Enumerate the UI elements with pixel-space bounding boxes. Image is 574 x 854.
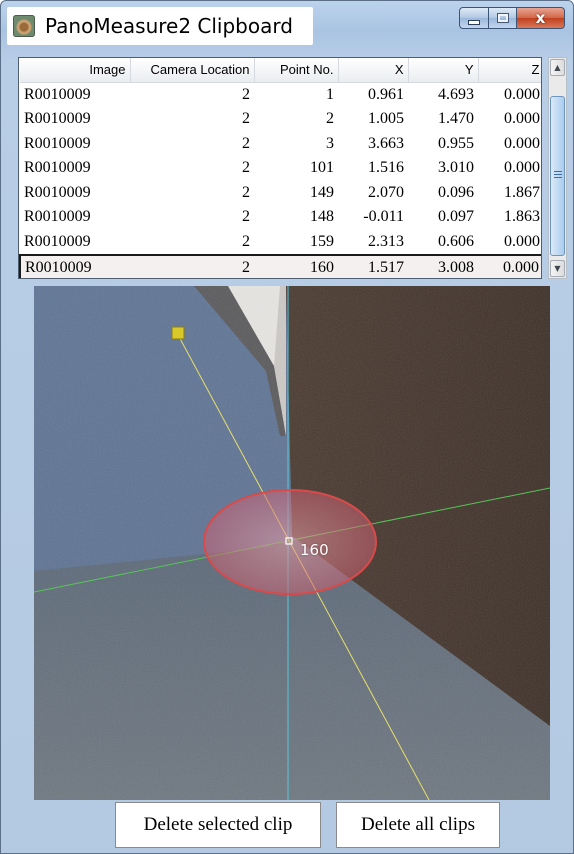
scroll-down-button[interactable]: ▼ bbox=[550, 260, 565, 277]
cell-z: 0.000 bbox=[504, 232, 540, 250]
cell-camera-location: 2 bbox=[242, 134, 250, 152]
cell-image: R0010009 bbox=[24, 134, 91, 152]
panorama-image-view[interactable]: 160 bbox=[34, 286, 550, 800]
cell-point-no: 3 bbox=[326, 134, 334, 152]
scrollbar-thumb[interactable] bbox=[550, 96, 565, 256]
cell-y: 3.010 bbox=[438, 159, 474, 177]
cell-z: 0.000 bbox=[504, 134, 540, 152]
target-ellipse[interactable] bbox=[203, 489, 377, 595]
cell-point-no: 160 bbox=[254, 254, 338, 278]
cell-z: 0.000 bbox=[504, 110, 540, 128]
table-scrollbar[interactable]: ▲ ▼ bbox=[548, 57, 567, 279]
column-header-point-no[interactable]: Point No. bbox=[254, 58, 339, 83]
cell-x: 3.663 bbox=[368, 134, 404, 152]
cell-point-no: 148 bbox=[310, 208, 334, 226]
column-header-image[interactable]: Image bbox=[20, 58, 131, 83]
maximize-icon bbox=[496, 13, 509, 23]
minimize-button[interactable] bbox=[459, 7, 489, 29]
cell-point-no: 101 bbox=[310, 159, 334, 177]
cell-x: 0.961 bbox=[368, 85, 404, 103]
column-header-y[interactable]: Y bbox=[408, 58, 479, 83]
cell-x: 2.313 bbox=[368, 232, 404, 250]
cell-y: 0.096 bbox=[438, 183, 474, 201]
arrow-up-icon: ▲ bbox=[554, 63, 561, 72]
clips-table-container: Image Camera Location Point No. X Y Z R001000… bbox=[18, 57, 542, 279]
title-bar[interactable]: PanoMeasure2 Clipboard x bbox=[1, 1, 573, 51]
table-row[interactable]: R0010009 2 2 1.005 1.470 0.000 bbox=[20, 107, 541, 132]
caption-buttons: x bbox=[459, 7, 565, 29]
minimize-icon bbox=[468, 19, 480, 25]
cell-y: 0.097 bbox=[438, 208, 474, 226]
cell-camera-location: 2 bbox=[242, 85, 250, 103]
close-icon: x bbox=[535, 8, 546, 27]
delete-all-clips-button[interactable]: Delete all clips bbox=[336, 802, 500, 848]
cell-z: 1.867 bbox=[504, 183, 540, 201]
column-header-z[interactable]: Z bbox=[478, 58, 541, 83]
table-header: Image Camera Location Point No. X Y Z bbox=[20, 58, 541, 83]
cell-x: 1.517 bbox=[338, 254, 408, 278]
cell-z: 0.000 bbox=[504, 159, 540, 177]
cell-camera-location: 2 bbox=[130, 254, 254, 278]
cell-camera-location: 2 bbox=[242, 183, 250, 201]
cell-camera-location: 2 bbox=[242, 232, 250, 250]
cell-image: R0010009 bbox=[19, 254, 130, 278]
window-title: PanoMeasure2 Clipboard bbox=[45, 14, 293, 38]
cell-z: 0.000 bbox=[504, 85, 540, 103]
close-button[interactable]: x bbox=[517, 7, 565, 29]
column-header-camera-location[interactable]: Camera Location bbox=[130, 58, 255, 83]
cell-z: 0.000 bbox=[478, 254, 541, 278]
table-row[interactable]: R0010009 2 159 2.313 0.606 0.000 bbox=[20, 230, 541, 256]
cell-x: 1.516 bbox=[368, 159, 404, 177]
cell-camera-location: 2 bbox=[242, 159, 250, 177]
cell-point-no: 1 bbox=[326, 85, 334, 103]
cell-point-no: 159 bbox=[310, 232, 334, 250]
arrow-down-icon: ▼ bbox=[554, 264, 561, 273]
cell-x: 2.070 bbox=[368, 183, 404, 201]
maximize-button[interactable] bbox=[489, 7, 517, 29]
cell-camera-location: 2 bbox=[242, 110, 250, 128]
table-row[interactable]: R0010009 2 1 0.961 4.693 0.000 bbox=[20, 82, 541, 107]
clips-table: Image Camera Location Point No. X Y Z R001000… bbox=[19, 58, 541, 278]
axis-handle[interactable] bbox=[171, 326, 185, 340]
cell-camera-location: 2 bbox=[242, 208, 250, 226]
cell-point-no: 149 bbox=[310, 183, 334, 201]
cell-image: R0010009 bbox=[24, 85, 91, 103]
cell-x: -0.011 bbox=[363, 208, 404, 226]
cell-image: R0010009 bbox=[24, 232, 91, 250]
cell-image: R0010009 bbox=[24, 208, 91, 226]
panorama-image bbox=[34, 286, 550, 800]
table-row[interactable]: R0010009 2 101 1.516 3.010 0.000 bbox=[20, 156, 541, 181]
cell-y: 0.955 bbox=[438, 134, 474, 152]
cell-image: R0010009 bbox=[24, 159, 91, 177]
table-row[interactable]: R0010009 2 160 1.517 3.008 0.000 bbox=[19, 254, 541, 278]
table-body: R0010009 2 1 0.961 4.693 0.000 R0010009 2 2 1.005… bbox=[19, 82, 541, 278]
cell-image: R0010009 bbox=[24, 110, 91, 128]
grip-icon bbox=[554, 171, 562, 179]
cell-y: 1.470 bbox=[438, 110, 474, 128]
table-row[interactable]: R0010009 2 148 -0.011 0.097 1.863 bbox=[20, 205, 541, 230]
column-header-x[interactable]: X bbox=[338, 58, 409, 83]
clipboard-window: PanoMeasure2 Clipboard x Image Camera Loc… bbox=[0, 0, 574, 854]
cell-image: R0010009 bbox=[24, 183, 91, 201]
cell-x: 1.005 bbox=[368, 110, 404, 128]
cell-point-no: 2 bbox=[326, 110, 334, 128]
table-row[interactable]: R0010009 2 149 2.070 0.096 1.867 bbox=[20, 181, 541, 206]
camera-app-icon[interactable] bbox=[13, 15, 35, 37]
scroll-up-button[interactable]: ▲ bbox=[550, 59, 565, 76]
delete-selected-clip-button[interactable]: Delete selected clip bbox=[115, 802, 321, 848]
cell-y: 0.606 bbox=[438, 232, 474, 250]
point-number-label: 160 bbox=[300, 541, 329, 559]
table-row[interactable]: R0010009 2 3 3.663 0.955 0.000 bbox=[20, 132, 541, 157]
cell-z: 1.863 bbox=[504, 208, 540, 226]
cell-y: 4.693 bbox=[438, 85, 474, 103]
cell-y: 3.008 bbox=[408, 254, 478, 278]
